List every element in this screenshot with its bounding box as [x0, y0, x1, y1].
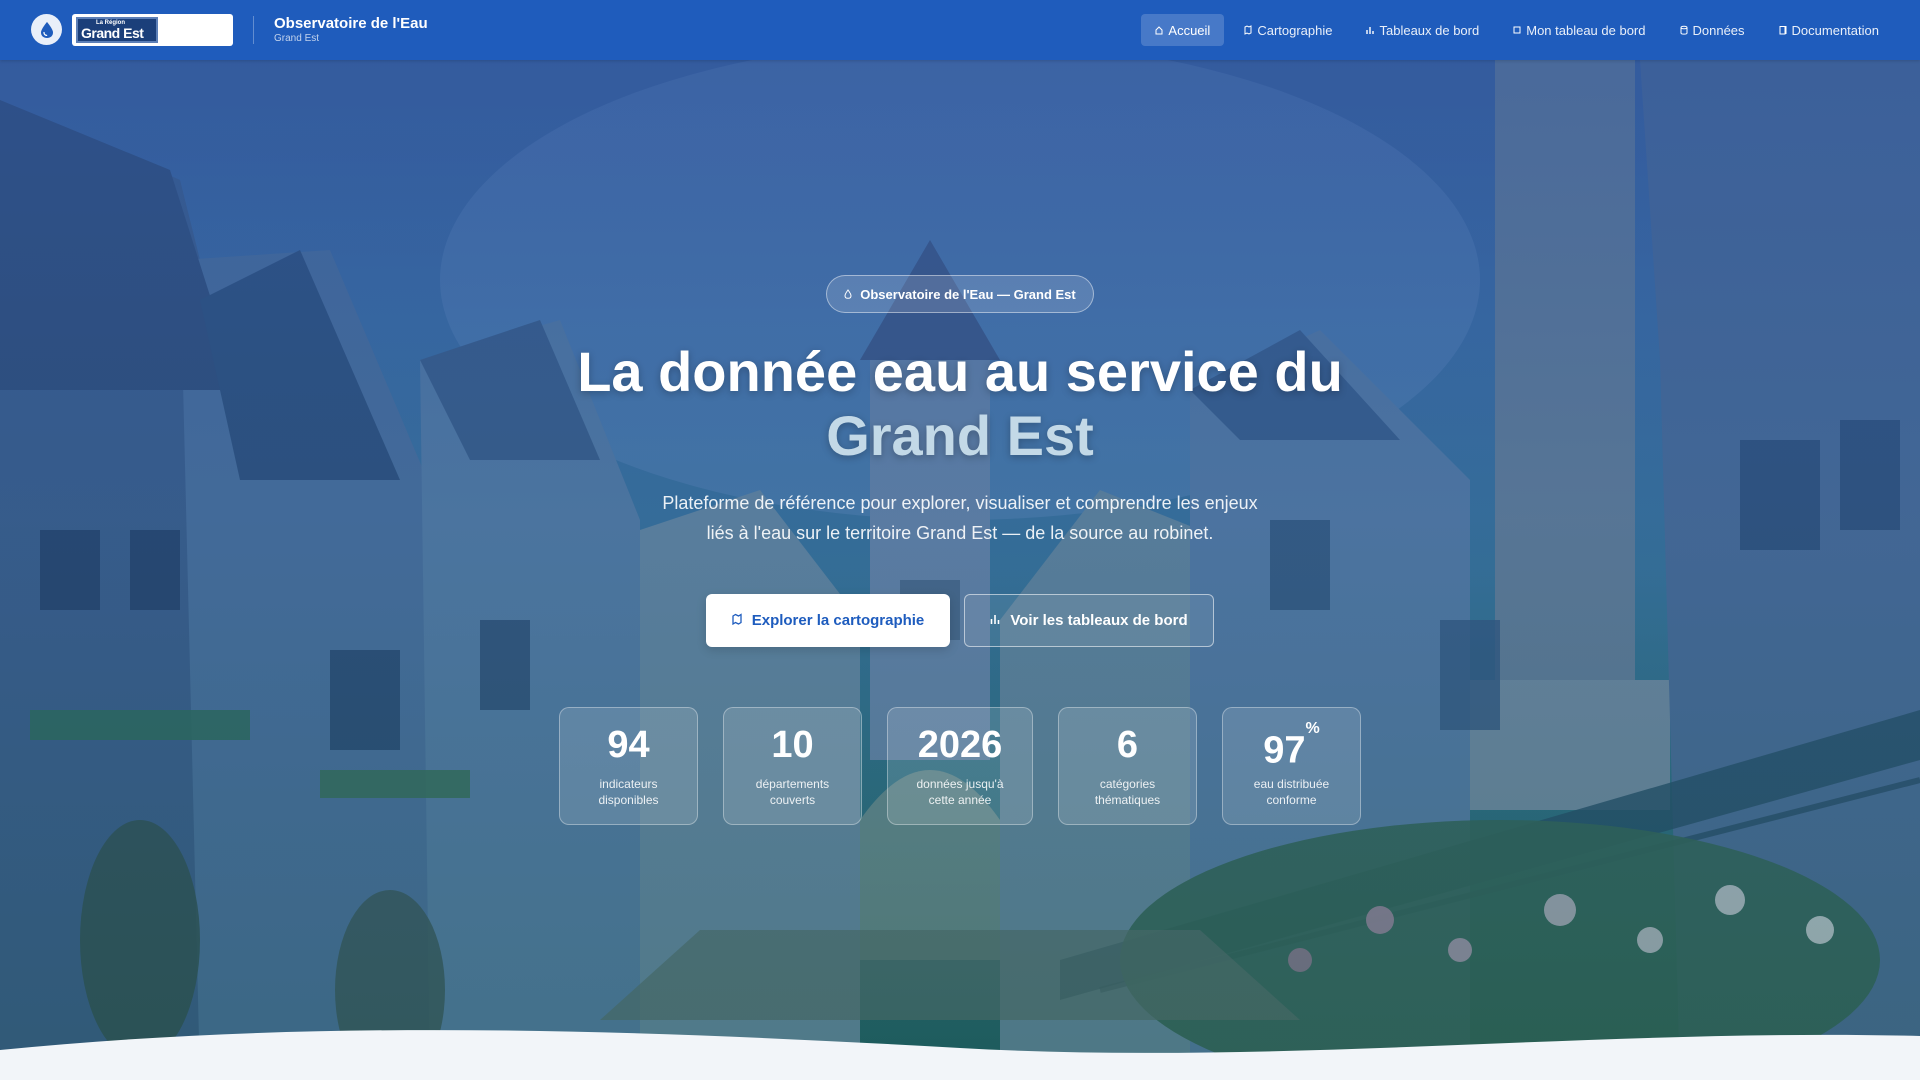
explore-map-button-label: Explorer la cartographie	[751, 612, 925, 629]
stat-number: 2026	[917, 724, 1003, 766]
region-logo-badge: La Région Grand Est	[76, 17, 158, 43]
hero-description-line2: liés à l'eau sur le territoire Grand Est…	[706, 523, 1214, 543]
hero-color-overlay	[0, 60, 1920, 1080]
site-title[interactable]: Observatoire de l'Eau	[274, 15, 428, 32]
stat-value: 94	[560, 724, 697, 766]
site-subtitle: Grand Est	[274, 33, 320, 44]
user-dashboard-icon	[1513, 25, 1521, 36]
water-drop-icon[interactable]	[31, 14, 62, 45]
stat-card-annee: 2026 données jusqu'à cette année	[887, 707, 1033, 825]
nav-label-mon-tableau-de-bord: Mon tableau de bord	[1526, 22, 1646, 38]
map-icon	[732, 612, 742, 629]
hero-description-line1: Plateforme de référence pour explorer, v…	[662, 493, 1258, 513]
database-icon	[1680, 25, 1688, 36]
stat-value: 6	[1059, 724, 1196, 766]
nav-item-donnees[interactable]: Données	[1666, 14, 1759, 46]
stat-label: indicateurs disponibles	[566, 776, 691, 808]
stat-label-line2: cette année	[928, 793, 992, 807]
view-dashboards-button-label: Voir les tableaux de bord	[1010, 612, 1188, 629]
stat-value: 97%	[1223, 720, 1360, 772]
logo-big-text: Grand Est	[81, 25, 144, 41]
stat-label-line1: données jusqu'à	[916, 777, 1004, 791]
stat-label: eau distribuée conforme	[1229, 776, 1354, 808]
water-drop-icon	[844, 287, 852, 302]
hero-badge-label: Observatoire de l'Eau — Grand Est	[860, 286, 1076, 302]
hero-title: La donnée eau au service du Grand Est	[460, 340, 1460, 468]
stat-label-line2: conforme	[1266, 793, 1317, 807]
stat-label-line2: couverts	[769, 793, 816, 807]
stat-label-line2: thématiques	[1094, 793, 1161, 807]
stat-label-line1: catégories	[1099, 777, 1156, 791]
hero-badge: Observatoire de l'Eau — Grand Est	[826, 275, 1094, 313]
nav-item-cartographie[interactable]: Cartographie	[1230, 14, 1346, 46]
nav-item-accueil[interactable]: Accueil	[1141, 14, 1225, 46]
nav-label-donnees: Données	[1692, 22, 1745, 38]
stat-card-indicateurs: 94 indicateurs disponibles	[559, 707, 698, 825]
stat-number: 94	[607, 724, 650, 766]
book-icon	[1779, 25, 1787, 36]
stat-value: 10	[724, 724, 861, 766]
stat-label: départements couverts	[730, 776, 855, 808]
brand-divider	[253, 16, 254, 44]
hero-bottom-wave	[0, 1030, 1920, 1080]
stat-label-line2: disponibles	[598, 793, 659, 807]
stat-label-line1: indicateurs	[599, 777, 658, 791]
view-dashboards-button[interactable]: Voir les tableaux de bord	[964, 594, 1214, 647]
nav-item-tableaux-de-bord[interactable]: Tableaux de bord	[1352, 14, 1493, 46]
hero-title-line1: La donnée eau au service du	[577, 340, 1343, 403]
stat-label: catégories thématiques	[1065, 776, 1190, 808]
nav-item-mon-tableau-de-bord[interactable]: Mon tableau de bord	[1499, 14, 1659, 46]
stat-number: 10	[771, 724, 814, 766]
nav-label-accueil: Accueil	[1168, 22, 1211, 38]
hero-description: Plateforme de référence pour explorer, v…	[640, 488, 1280, 548]
region-grand-est-logo[interactable]: La Région Grand Est	[72, 14, 233, 46]
stat-card-departements: 10 départements couverts	[723, 707, 862, 825]
nav-label-cartographie: Cartographie	[1257, 22, 1333, 38]
chart-icon	[1366, 25, 1375, 36]
stat-card-conformite: 97% eau distribuée conforme	[1222, 707, 1361, 825]
hero-title-accent: Grand Est	[826, 404, 1094, 467]
nav-label-documentation: Documentation	[1791, 22, 1879, 38]
hero-section: Observatoire de l'Eau — Grand Est La don…	[0, 60, 1920, 1080]
nav-label-tableaux-de-bord: Tableaux de bord	[1379, 22, 1480, 38]
stat-value: 2026	[888, 724, 1032, 766]
map-icon	[1244, 25, 1252, 36]
stat-card-categories: 6 catégories thématiques	[1058, 707, 1197, 825]
stat-number: 97	[1263, 729, 1306, 772]
top-navbar: La Région Grand Est Observatoire de l'Ea…	[0, 0, 1920, 60]
home-icon	[1155, 25, 1163, 36]
chart-icon	[990, 612, 1000, 629]
main-nav: Accueil Cartographie Tableaux de bord Mo…	[1141, 14, 1893, 46]
explore-map-button[interactable]: Explorer la cartographie	[706, 594, 950, 647]
stat-number: 6	[1116, 724, 1139, 766]
nav-item-documentation[interactable]: Documentation	[1765, 14, 1893, 46]
stat-label-line1: eau distribuée	[1253, 777, 1330, 791]
stat-suffix: %	[1305, 720, 1320, 737]
stat-label: données jusqu'à cette année	[894, 776, 1026, 808]
stat-label-line1: départements	[755, 777, 830, 791]
